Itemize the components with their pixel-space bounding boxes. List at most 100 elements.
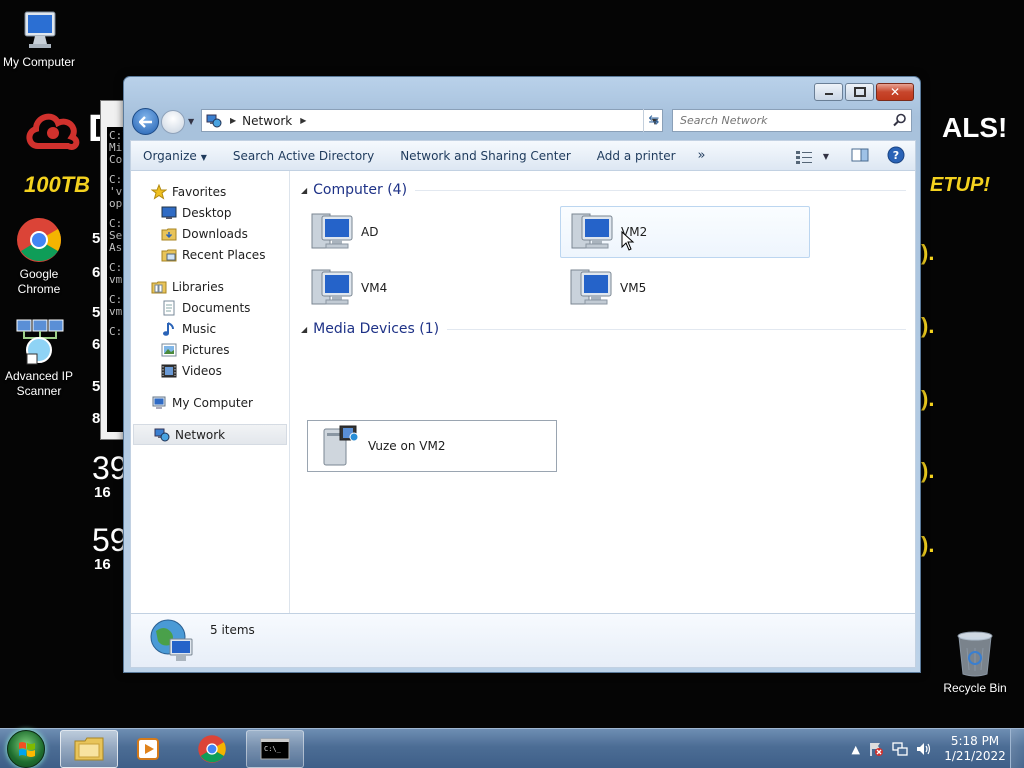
group-title: Media Devices (1) (313, 321, 440, 337)
network-computer-icon (566, 264, 616, 312)
nav-item-label: Downloads (182, 226, 248, 241)
nav-item-documents[interactable]: Documents (131, 297, 289, 318)
navigation-pane: Favorites Desktop Downloads Recent Place… (131, 171, 290, 613)
desktop-icon-advanced-ip-scanner[interactable]: Advanced IP Scanner (0, 318, 78, 399)
minimize-button[interactable] (814, 83, 843, 101)
network-computer-vm4[interactable]: VM4 (301, 262, 551, 314)
breadcrumb-network[interactable]: Network (242, 114, 292, 128)
nav-item-label: Favorites (172, 184, 227, 199)
network-computer-vm5[interactable]: VM5 (560, 262, 810, 314)
refresh-button[interactable]: ⇆ (643, 109, 664, 132)
chrome-icon (17, 218, 61, 262)
desktop-icon-my-computer[interactable]: My Computer (0, 10, 78, 70)
nav-item-music[interactable]: Music (131, 318, 289, 339)
wallpaper-number-small: 16 (94, 484, 111, 501)
organize-label: Organize (143, 148, 197, 163)
wallpaper-subline: ETUP! (930, 174, 990, 196)
wallpaper-mark: ). (921, 313, 935, 338)
taskbar: C:\_ ▲ 5:18 PM 1/21/2022 (0, 728, 1024, 768)
network-globe-icon (150, 619, 193, 661)
network-icon (154, 427, 170, 443)
add-printer-button[interactable]: Add a printer (585, 149, 690, 163)
network-sharing-center-button[interactable]: Network and Sharing Center (388, 149, 585, 163)
desktop-icon-google-chrome[interactable]: Google Chrome (0, 216, 78, 297)
nav-item-favorites[interactable]: Favorites (131, 181, 289, 202)
pictures-icon (161, 342, 177, 358)
network-status-icon[interactable] (892, 741, 908, 757)
close-icon: ✕ (889, 85, 901, 99)
preview-pane-icon (851, 148, 869, 162)
collapse-triangle-icon[interactable]: ◢ (301, 186, 307, 195)
desktop-icon (161, 205, 177, 221)
nav-item-desktop[interactable]: Desktop (131, 202, 289, 223)
explorer-window[interactable]: ✕ ▼ ▶ Network ▶ ▼ ⇆ Search Network Organ… (123, 76, 921, 673)
back-arrow-icon (138, 115, 152, 128)
nav-item-libraries[interactable]: Libraries (131, 276, 289, 297)
nav-item-label: Desktop (182, 205, 232, 220)
nav-item-recent-places[interactable]: Recent Places (131, 244, 289, 265)
show-hidden-icons-button[interactable]: ▲ (852, 743, 860, 756)
desktop-icon-recycle-bin[interactable]: Recycle Bin (936, 630, 1014, 696)
maximize-button[interactable] (845, 83, 874, 101)
breadcrumb-separator[interactable]: ▶ (230, 116, 236, 125)
nav-item-label: Pictures (182, 342, 230, 357)
star-icon (151, 183, 167, 200)
organize-menu[interactable]: Organize ▼ (131, 149, 221, 163)
chevron-down-icon: ▼ (200, 152, 207, 162)
desktop-icon-label: Advanced IP Scanner (4, 369, 74, 398)
address-bar[interactable]: ▶ Network ▶ ▼ (201, 109, 663, 132)
clock-time: 5:18 PM (950, 734, 1000, 748)
nav-item-downloads[interactable]: Downloads (131, 223, 289, 244)
show-desktop-button[interactable] (1010, 729, 1024, 768)
help-button[interactable]: ? (887, 146, 905, 167)
clock[interactable]: 5:18 PM 1/21/2022 (940, 734, 1010, 764)
wallpaper-mark: ). (921, 458, 935, 483)
group-header-media-devices[interactable]: ◢ Media Devices (1) (301, 321, 906, 337)
navigation-bar: ▼ ▶ Network ▶ ▼ ⇆ (130, 107, 916, 135)
folder-icon (74, 737, 104, 761)
media-device-vuze-on-vm2[interactable]: Vuze on VM2 (307, 420, 557, 472)
forward-button[interactable] (161, 110, 185, 134)
taskbar-media-player-button[interactable] (120, 730, 178, 768)
nav-item-pictures[interactable]: Pictures (131, 339, 289, 360)
wallpaper-headline: ALS! (942, 112, 1008, 143)
command-bar: Organize ▼ Search Active Directory Networ… (130, 140, 916, 171)
view-options-icon (795, 150, 812, 164)
search-input[interactable] (680, 114, 880, 127)
network-icon (206, 114, 222, 127)
back-button[interactable] (132, 108, 159, 135)
nav-item-videos[interactable]: Videos (131, 360, 289, 381)
breadcrumb-separator[interactable]: ▶ (300, 116, 306, 125)
command-prompt-icon: C:\_ (260, 738, 290, 760)
network-computer-vm2[interactable]: VM2 (560, 206, 810, 258)
group-divider (447, 328, 906, 330)
tile-label: VM5 (620, 281, 647, 295)
taskbar-cmd-button[interactable]: C:\_ (246, 730, 304, 768)
network-computer-ad[interactable]: AD (301, 206, 551, 258)
restore-icon (853, 87, 866, 97)
documents-icon (161, 300, 177, 316)
collapse-triangle-icon[interactable]: ◢ (301, 325, 307, 334)
recycle-bin-icon (957, 631, 993, 677)
refresh-icon: ⇆ (648, 113, 660, 128)
group-header-computer[interactable]: ◢ Computer (4) (301, 182, 906, 198)
nav-item-network[interactable]: Network (133, 424, 287, 445)
network-computer-icon (567, 208, 617, 256)
more-commands-button[interactable]: » (690, 148, 714, 163)
volume-icon[interactable] (916, 741, 932, 757)
change-view-button[interactable]: ▼ (795, 150, 829, 164)
action-center-flag-icon[interactable] (868, 741, 884, 757)
start-button[interactable] (7, 730, 45, 768)
taskbar-explorer-button[interactable] (60, 730, 118, 768)
libraries-icon (151, 279, 167, 295)
preview-pane-button[interactable] (851, 148, 869, 165)
nav-item-label: Network (175, 427, 226, 442)
close-button[interactable]: ✕ (876, 83, 914, 101)
search-active-directory-button[interactable]: Search Active Directory (221, 149, 388, 163)
recent-pages-dropdown[interactable]: ▼ (188, 117, 194, 126)
search-icon[interactable] (893, 113, 907, 127)
search-box[interactable] (672, 109, 912, 132)
nav-item-my-computer[interactable]: My Computer (131, 392, 289, 413)
computer-icon (151, 395, 167, 411)
taskbar-chrome-button[interactable] (183, 730, 241, 768)
